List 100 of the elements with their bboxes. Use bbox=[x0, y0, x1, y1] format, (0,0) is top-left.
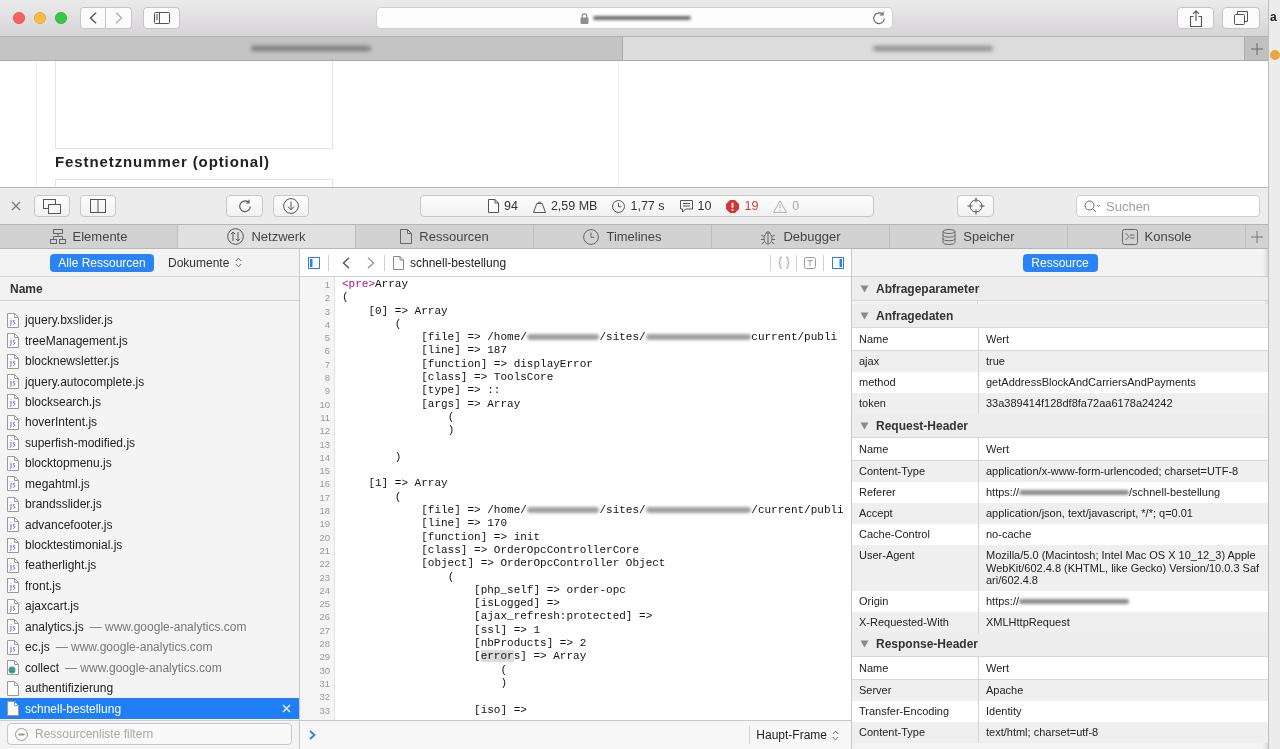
table-cell: Referer bbox=[859, 486, 896, 498]
line-number: 8 bbox=[324, 372, 330, 384]
section-header[interactable]: Abfrageparameter bbox=[852, 277, 1268, 301]
dock-side-button[interactable] bbox=[80, 195, 116, 217]
column-header[interactable]: Wert bbox=[986, 440, 1010, 458]
code-text: [type] => :: bbox=[421, 384, 501, 397]
column-header[interactable]: Name bbox=[859, 330, 889, 348]
code-text: [file] => /home/ bbox=[421, 331, 527, 344]
address-field[interactable] bbox=[376, 7, 893, 29]
new-tab-button[interactable] bbox=[1245, 37, 1268, 60]
status-item[interactable]: 10 bbox=[679, 196, 712, 216]
reload-icon bbox=[872, 11, 886, 25]
status-item[interactable]: 2,59 MB bbox=[532, 196, 598, 216]
resource-item[interactable]: ec.js — www.google-analytics.com bbox=[0, 637, 299, 658]
browser-tab[interactable] bbox=[0, 37, 623, 60]
speech-bubble-icon bbox=[679, 199, 693, 213]
back-button[interactable] bbox=[342, 256, 350, 269]
window-minimize-button[interactable] bbox=[34, 12, 46, 24]
download-icon bbox=[283, 198, 299, 214]
chevron-left-icon bbox=[342, 256, 350, 269]
script-file-icon bbox=[7, 496, 19, 512]
table-cell: https:// bbox=[986, 594, 1020, 608]
frame-selector[interactable]: Haupt-Frame bbox=[749, 726, 851, 744]
table-cell: ajax bbox=[859, 355, 880, 367]
window-zoom-button[interactable] bbox=[55, 12, 67, 24]
resource-item[interactable]: ajaxcart.js bbox=[0, 596, 299, 617]
line-number: 33 bbox=[319, 704, 330, 716]
code-text: [line] => 170 bbox=[421, 517, 508, 530]
code-text: [ bbox=[474, 650, 481, 663]
resource-item[interactable]: featherlight.js bbox=[0, 555, 299, 576]
text-view-button[interactable] bbox=[804, 256, 816, 269]
inspect-element-button[interactable] bbox=[957, 195, 994, 217]
resource-item[interactable]: blocktopmenu.js bbox=[0, 453, 299, 474]
line-number: 18 bbox=[319, 505, 330, 517]
details-sidebar-toggle[interactable] bbox=[832, 256, 844, 269]
input-field[interactable] bbox=[55, 61, 333, 149]
resource-item[interactable]: jquery.autocomplete.js bbox=[0, 371, 299, 392]
scope-button[interactable]: Alle Ressourcen bbox=[50, 253, 154, 272]
document-icon bbox=[488, 199, 499, 213]
resource-button[interactable]: Ressource bbox=[1022, 253, 1098, 272]
script-file-icon bbox=[7, 435, 19, 451]
browser-tab[interactable] bbox=[622, 37, 1245, 60]
type-dropdown[interactable]: Dokumente bbox=[168, 253, 243, 272]
resource-item[interactable]: blocktestimonial.js bbox=[0, 534, 299, 556]
download-button[interactable] bbox=[273, 195, 309, 217]
overlapping-squares-icon bbox=[1234, 11, 1248, 25]
table-cell: true bbox=[986, 355, 1005, 367]
code-text: Array bbox=[375, 278, 409, 290]
script-file-icon bbox=[7, 537, 19, 553]
code-text: [function] => init bbox=[421, 530, 541, 543]
close-inspector-button[interactable] bbox=[11, 201, 21, 211]
section-header[interactable]: Anfragedaten bbox=[852, 304, 1268, 328]
resource-item[interactable]: megahtml.js bbox=[0, 473, 299, 494]
resource-item[interactable]: collect — www.google-analytics.com bbox=[0, 657, 299, 678]
resource-item[interactable]: treeManagement.js bbox=[0, 330, 299, 351]
prompt-chevron-icon bbox=[309, 730, 316, 740]
devtools-tab[interactable]: Netzwerk bbox=[178, 225, 356, 248]
line-number: 29 bbox=[319, 651, 330, 663]
document-icon bbox=[400, 229, 413, 244]
resource-item[interactable]: schnell-bestellung bbox=[0, 698, 299, 719]
code-text: [ajax_refresh:protected] => bbox=[474, 610, 653, 623]
resource-item[interactable]: blocksearch.js bbox=[0, 391, 299, 413]
resource-item[interactable]: superfish-modified.js bbox=[0, 432, 299, 454]
filter-field[interactable]: Ressourcenliste filtern bbox=[7, 723, 292, 745]
column-header[interactable]: Wert bbox=[986, 659, 1010, 677]
clock-icon bbox=[583, 228, 600, 245]
reload-button[interactable] bbox=[226, 195, 263, 217]
resource-item[interactable]: jquery.bxslider.js bbox=[0, 310, 299, 331]
line-number: 32 bbox=[319, 691, 330, 703]
navigation-sidebar-toggle[interactable] bbox=[308, 256, 320, 269]
back-button[interactable] bbox=[80, 7, 106, 29]
column-header[interactable]: Name bbox=[859, 659, 889, 677]
script-file-icon bbox=[7, 333, 19, 349]
status-item[interactable]: 94 bbox=[488, 196, 518, 216]
tab-overview-button[interactable] bbox=[1222, 7, 1260, 29]
search-field[interactable]: Suchen bbox=[1076, 195, 1260, 217]
resource-item[interactable]: authentifizierung bbox=[0, 677, 299, 699]
pretty-print-button[interactable] bbox=[778, 256, 790, 269]
code-text: [nbProducts] => 2 bbox=[474, 637, 587, 649]
share-button[interactable] bbox=[1177, 7, 1214, 29]
forward-button[interactable] bbox=[367, 256, 375, 269]
window-close-button[interactable] bbox=[13, 12, 25, 24]
section-header[interactable]: Request-Header bbox=[852, 414, 1268, 438]
resource-item[interactable]: analytics.js — www.google-analytics.com bbox=[0, 616, 299, 637]
column-header[interactable]: Name bbox=[859, 440, 889, 458]
resource-item[interactable]: blocknewsletter.js bbox=[0, 350, 299, 372]
undock-button[interactable] bbox=[34, 195, 70, 217]
section-header[interactable]: Response-Header bbox=[852, 632, 1268, 657]
up-down-arrows-icon bbox=[227, 228, 245, 245]
resource-item[interactable]: hoverIntent.js bbox=[0, 412, 299, 433]
script-file-icon bbox=[7, 414, 19, 430]
table-cell: Server bbox=[859, 683, 892, 696]
status-item[interactable]: 19 bbox=[726, 196, 759, 216]
sidebar-button[interactable] bbox=[143, 7, 180, 29]
resource-item[interactable]: brandsslider.js bbox=[0, 493, 299, 515]
script-file-icon bbox=[7, 598, 19, 614]
resource-item[interactable]: advancefooter.js bbox=[0, 514, 299, 535]
status-item[interactable]: 1,77 s bbox=[612, 196, 665, 216]
column-header[interactable]: Wert bbox=[986, 330, 1010, 348]
resource-item[interactable]: front.js bbox=[0, 575, 299, 597]
